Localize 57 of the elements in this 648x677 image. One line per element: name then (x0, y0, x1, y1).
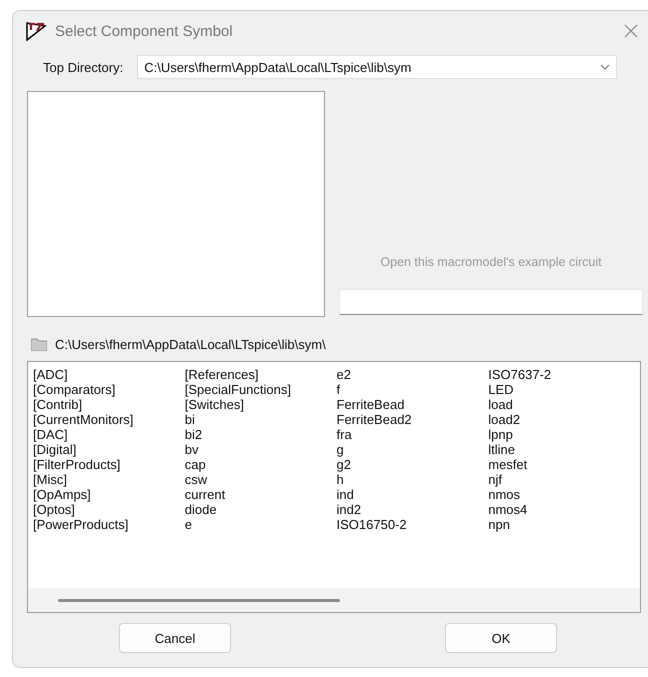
symbol-item[interactable]: lpnp (488, 427, 513, 442)
symbol-item[interactable]: [Switches] (184, 397, 244, 412)
symbol-item[interactable]: cap (184, 457, 206, 472)
ok-button[interactable]: OK (445, 623, 557, 653)
symbol-item[interactable]: h (336, 472, 344, 487)
symbol-item[interactable]: npn (488, 517, 510, 532)
symbol-item[interactable]: f (336, 382, 340, 397)
symbol-item[interactable]: [Optos] (33, 502, 75, 517)
chevron-down-icon (600, 64, 610, 70)
symbol-item[interactable]: [CurrentMonitors] (33, 412, 134, 427)
symbol-item[interactable]: mesfet (488, 457, 528, 472)
horizontal-scrollbar[interactable] (28, 588, 640, 612)
symbol-list[interactable] (27, 361, 641, 613)
symbol-item[interactable]: [Contrib] (33, 397, 82, 412)
symbol-item[interactable]: ISO16750-2 (336, 517, 407, 532)
symbol-item[interactable]: e2 (336, 367, 351, 382)
symbol-item[interactable]: bi (184, 412, 195, 427)
symbol-item[interactable]: [References] (184, 367, 258, 382)
symbol-item[interactable]: diode (184, 502, 217, 517)
symbol-item[interactable]: LED (488, 382, 514, 397)
symbol-item[interactable]: njf (488, 472, 502, 487)
scrollbar-thumb[interactable] (58, 598, 340, 602)
symbol-item[interactable]: bi2 (184, 427, 202, 442)
symbol-item[interactable]: load (488, 397, 513, 412)
symbol-item[interactable]: csw (184, 472, 208, 487)
app-logo-icon (25, 20, 47, 42)
symbol-item[interactable]: FerriteBead (336, 397, 404, 412)
symbol-item[interactable]: ind2 (336, 502, 362, 517)
top-directory-dropdown[interactable]: C:\Users\fherm\AppData\Local\LTspice\lib\sym (137, 55, 618, 79)
symbol-item[interactable]: current (184, 487, 226, 502)
symbol-item[interactable]: FerriteBead2 (336, 412, 412, 427)
symbol-item[interactable]: [Comparators] (33, 382, 116, 397)
symbol-item[interactable]: ISO7637-2 (488, 367, 552, 382)
symbol-item[interactable]: [SpecialFunctions] (184, 382, 291, 397)
symbol-item[interactable]: [Digital] (33, 442, 76, 457)
current-path: C:\Users\fherm\AppData\Local\LTspice\lib\sym\ (55, 336, 326, 352)
symbol-item[interactable]: g (336, 442, 344, 457)
symbol-item[interactable]: ind (336, 487, 354, 502)
symbol-item[interactable]: e (184, 517, 192, 532)
symbol-item[interactable]: bv (184, 442, 198, 457)
window-title: Select Component Symbol (55, 22, 234, 40)
top-directory-label: Top Directory: (43, 60, 124, 74)
symbol-item[interactable]: [OpAmps] (33, 487, 91, 502)
symbol-item[interactable]: ltline (488, 442, 515, 457)
close-icon[interactable] (624, 24, 638, 38)
symbol-item[interactable]: fra (336, 427, 352, 442)
symbol-item[interactable]: load2 (488, 412, 520, 427)
symbol-item[interactable]: [DAC] (33, 427, 68, 442)
symbol-item[interactable]: [Misc] (33, 472, 67, 487)
symbol-item[interactable]: nmos4 (488, 502, 528, 517)
symbol-item[interactable]: nmos (488, 487, 520, 502)
symbol-item[interactable]: [PowerProducts] (33, 517, 128, 532)
symbol-item[interactable]: [ADC] (33, 367, 68, 382)
symbol-item[interactable]: g2 (336, 457, 351, 472)
folder-icon (31, 338, 47, 350)
symbol-item[interactable]: [FilterProducts] (33, 457, 120, 472)
cancel-button[interactable]: Cancel (119, 623, 231, 653)
